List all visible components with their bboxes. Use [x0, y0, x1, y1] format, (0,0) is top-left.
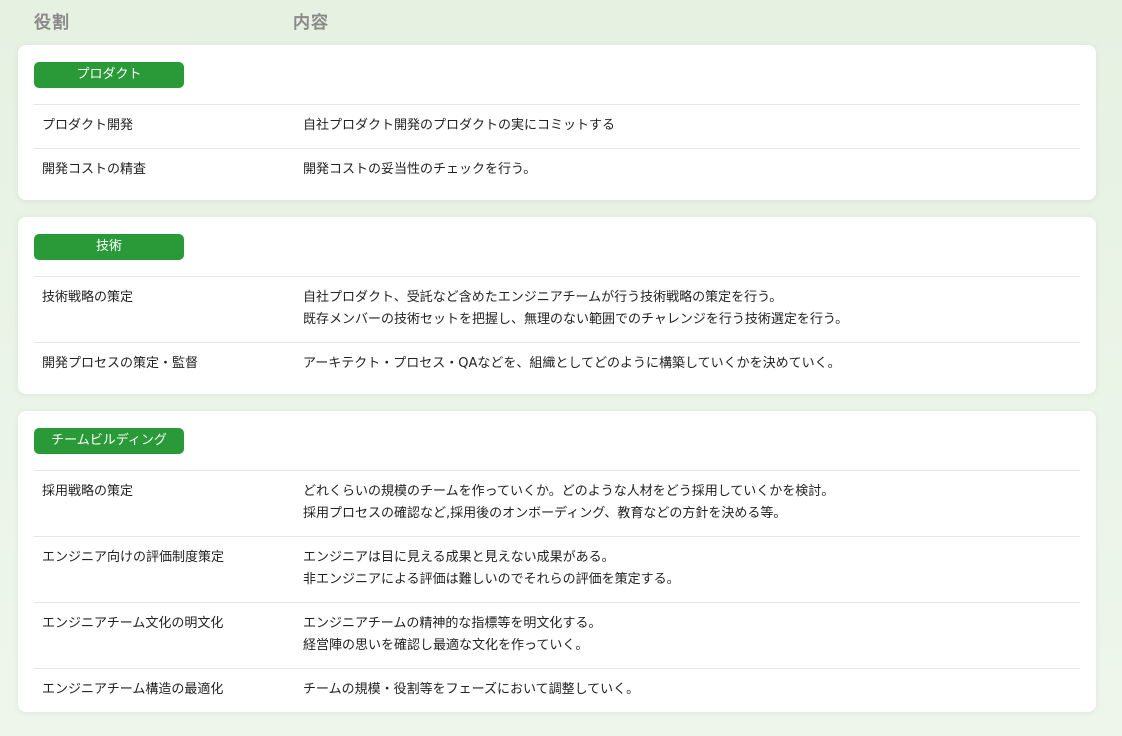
row-content: エンジニアチームの精神的な指標等を明文化する。 経営陣の思いを確認し最適な文化を…	[303, 613, 1080, 657]
content-line: 採用プロセスの確認など,採用後のオンボーディング、教育などの方針を決める等。	[303, 506, 787, 521]
content-line: エンジニアは目に見える成果と見えない成果がある。	[303, 550, 615, 565]
row-role: 開発コストの精査	[42, 162, 147, 177]
row-content: エンジニアは目に見える成果と見えない成果がある。 非エンジニアによる評価は難しい…	[303, 547, 1080, 591]
table-row: 採用戦略の策定 どれくらいの規模のチームを作っていくか。どのような人材をどう採用…	[34, 470, 1080, 536]
section-badge: 技術	[34, 234, 184, 260]
content-line: 開発コストの妥当性のチェックを行う。	[303, 162, 537, 177]
content-line: 自社プロダクト、受託など含めたエンジニアチームが行う技術戦略の策定を行う。	[303, 290, 783, 305]
content-line: どれくらいの規模のチームを作っていくか。どのような人材をどう採用していくかを検討…	[303, 484, 835, 499]
content-line: 非エンジニアによる評価は難しいのでそれらの評価を策定する。	[303, 572, 680, 587]
table-row: 開発プロセスの策定・監督 アーキテクト・プロセス・QAなどを、組織としてどのよう…	[34, 342, 1080, 386]
content-line: チームの規模・役割等をフェーズにおいて調整していく。	[303, 682, 640, 697]
table-row: プロダクト開発 自社プロダクト開発のプロダクトの実にコミットする	[34, 104, 1080, 148]
table-row: エンジニアチーム構造の最適化 チームの規模・役割等をフェーズにおいて調整していく…	[34, 668, 1080, 712]
row-role: エンジニアチーム構造の最適化	[42, 682, 224, 697]
section-card-team-building: チームビルディング 採用戦略の策定 どれくらいの規模のチームを作っていくか。どの…	[18, 411, 1096, 712]
row-role: プロダクト開発	[42, 118, 134, 133]
section-badge: プロダクト	[34, 62, 184, 88]
content-line: アーキテクト・プロセス・QAなどを、組織としてどのように構築していくかを決めてい…	[303, 356, 841, 371]
table-row: 技術戦略の策定 自社プロダクト、受託など含めたエンジニアチームが行う技術戦略の策…	[34, 276, 1080, 342]
table-header: 役割 内容	[0, 0, 1122, 40]
row-content: 自社プロダクト開発のプロダクトの実にコミットする	[303, 115, 1080, 137]
header-role: 役割	[34, 13, 70, 33]
row-role: エンジニアチーム文化の明文化	[42, 616, 224, 631]
content-line: 経営陣の思いを確認し最適な文化を作っていく。	[303, 638, 589, 653]
content-line: 既存メンバーの技術セットを把握し、無理のない範囲でのチャレンジを行う技術選定を行…	[303, 312, 849, 327]
content-line: エンジニアチームの精神的な指標等を明文化する。	[303, 616, 602, 631]
table-row: エンジニア向けの評価制度策定 エンジニアは目に見える成果と見えない成果がある。 …	[34, 536, 1080, 602]
row-content: 開発コストの妥当性のチェックを行う。	[303, 159, 1080, 181]
row-content: アーキテクト・プロセス・QAなどを、組織としてどのように構築していくかを決めてい…	[303, 353, 1080, 375]
section-rows: 採用戦略の策定 どれくらいの規模のチームを作っていくか。どのような人材をどう採用…	[34, 470, 1080, 712]
table-row: 開発コストの精査 開発コストの妥当性のチェックを行う。	[34, 148, 1080, 192]
row-role: 採用戦略の策定	[42, 484, 134, 499]
row-content: 自社プロダクト、受託など含めたエンジニアチームが行う技術戦略の策定を行う。 既存…	[303, 287, 1080, 331]
row-role: 技術戦略の策定	[42, 290, 134, 305]
section-badge: チームビルディング	[34, 428, 184, 454]
section-card-product: プロダクト プロダクト開発 自社プロダクト開発のプロダクトの実にコミットする 開…	[18, 45, 1096, 200]
table-row: エンジニアチーム文化の明文化 エンジニアチームの精神的な指標等を明文化する。 経…	[34, 602, 1080, 668]
content-line: 自社プロダクト開発のプロダクトの実にコミットする	[303, 118, 616, 133]
section-rows: 技術戦略の策定 自社プロダクト、受託など含めたエンジニアチームが行う技術戦略の策…	[34, 276, 1080, 386]
row-content: どれくらいの規模のチームを作っていくか。どのような人材をどう採用していくかを検討…	[303, 481, 1080, 525]
header-content: 内容	[293, 13, 329, 33]
section-rows: プロダクト開発 自社プロダクト開発のプロダクトの実にコミットする 開発コストの精…	[34, 104, 1080, 192]
section-card-tech: 技術 技術戦略の策定 自社プロダクト、受託など含めたエンジニアチームが行う技術戦…	[18, 217, 1096, 394]
row-content: チームの規模・役割等をフェーズにおいて調整していく。	[303, 679, 1080, 701]
row-role: エンジニア向けの評価制度策定	[42, 550, 225, 565]
row-role: 開発プロセスの策定・監督	[42, 356, 199, 371]
